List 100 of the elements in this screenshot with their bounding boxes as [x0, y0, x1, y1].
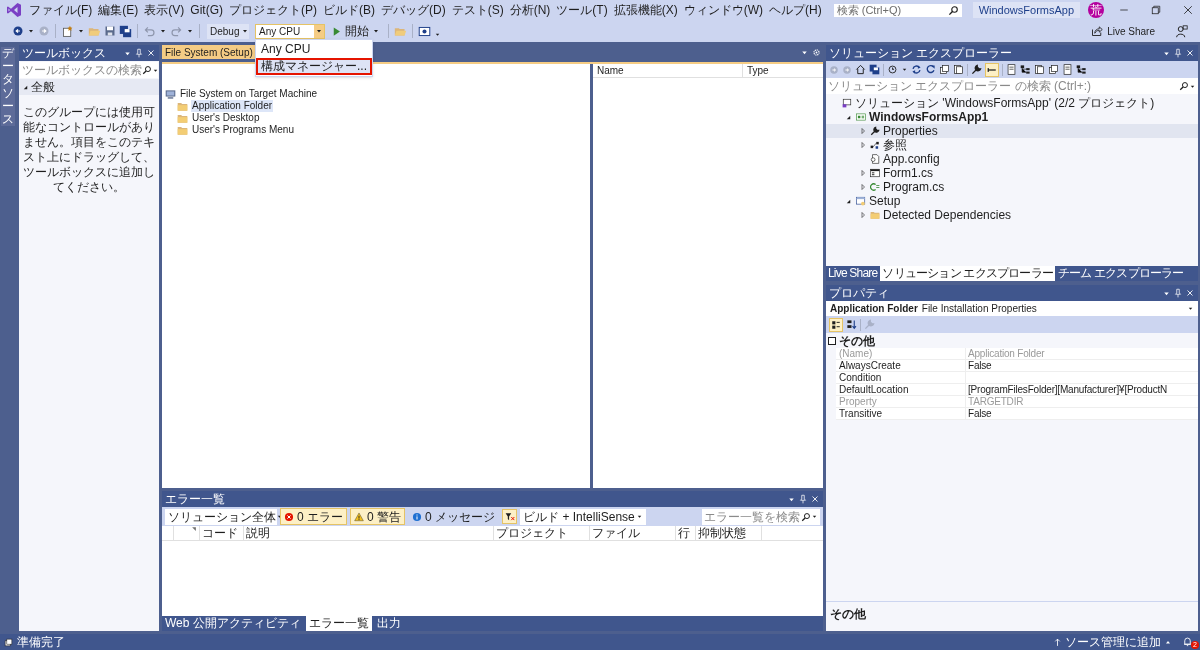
tree-row[interactable]: Properties — [826, 124, 1198, 138]
stack-icon[interactable] — [1048, 64, 1059, 75]
menu-item[interactable]: ツール(T) — [553, 1, 611, 19]
preview-toggle[interactable] — [985, 62, 999, 77]
property-name[interactable]: Transitive — [836, 408, 966, 419]
column-header[interactable]: Type — [743, 64, 823, 77]
tree-item[interactable]: User's Desktop — [191, 112, 261, 124]
start-button[interactable]: 開始 — [328, 23, 383, 39]
search-field[interactable]: エラー一覧を検索 — [702, 508, 820, 525]
menu-item[interactable]: Git(G) — [187, 1, 226, 19]
tree-row[interactable]: Program.cs — [826, 180, 1198, 194]
caret-icon[interactable] — [159, 27, 167, 35]
categorized-toggle[interactable] — [829, 317, 843, 332]
back-icon[interactable] — [12, 25, 24, 37]
restore-icon[interactable] — [1150, 4, 1162, 16]
screenshot-icon[interactable] — [418, 24, 431, 38]
menu-item[interactable]: デバッグ(D) — [378, 1, 449, 19]
switch-views-icon[interactable] — [869, 64, 880, 75]
tree-row[interactable]: Detected Dependencies — [826, 208, 1198, 222]
property-name[interactable]: DefaultLocation — [836, 384, 966, 395]
tree-row[interactable]: 参照 — [826, 138, 1198, 152]
search-field[interactable]: 検索 (Ctrl+Q) — [832, 2, 963, 18]
menu-item[interactable]: テスト(S) — [448, 1, 507, 19]
side-tab[interactable]: データソース — [1, 47, 15, 127]
filter-button[interactable]: 0 メッセージ — [408, 508, 500, 525]
tree-item[interactable]: File System on Target Machine — [179, 88, 319, 100]
history-icon[interactable] — [887, 64, 898, 75]
property-value[interactable]: False — [966, 360, 1198, 371]
collapse-box-icon[interactable] — [828, 336, 836, 345]
menu-item[interactable]: ファイル(F) — [26, 1, 96, 19]
caret-icon[interactable] — [77, 27, 85, 35]
panel-tab[interactable]: チーム エクスプローラー — [1055, 266, 1186, 281]
caret-icon[interactable] — [186, 27, 194, 35]
property-name[interactable]: AlwaysCreate — [836, 360, 966, 371]
user-avatar[interactable]: 荒 — [1088, 2, 1104, 18]
category-label[interactable]: その他 — [839, 331, 875, 350]
live-share-button[interactable]: Live Share — [1088, 23, 1158, 39]
filter-toggle[interactable] — [502, 509, 518, 524]
menu-item[interactable]: プロジェクト(P) — [226, 1, 320, 19]
filter-button[interactable]: 0 エラー — [280, 508, 347, 525]
scope-dropdown[interactable]: ソリューション全体 — [165, 508, 277, 525]
column-header[interactable]: コード — [200, 526, 244, 540]
tree-row[interactable]: App.config — [826, 152, 1198, 166]
feedback-icon[interactable] — [1175, 24, 1188, 38]
folder-icon — [177, 100, 188, 112]
save-all-icon[interactable] — [119, 24, 132, 38]
object-selector[interactable]: Application Folder File Installation Properties — [826, 301, 1198, 316]
column-header[interactable]: 説明 — [244, 526, 494, 540]
new-project-icon[interactable] — [61, 24, 74, 38]
menu-item[interactable]: ウィンドウ(W) — [680, 1, 766, 19]
notification-icon[interactable] — [1182, 636, 1193, 647]
show-all-files-icon[interactable] — [953, 64, 964, 75]
menu-item[interactable]: 拡張機能(X) — [610, 1, 681, 19]
sync-icon[interactable] — [911, 64, 922, 75]
refresh-icon[interactable] — [925, 64, 936, 75]
column-header[interactable]: 抑制状態 — [696, 526, 762, 540]
caret-icon[interactable] — [27, 27, 35, 35]
menu-item[interactable]: 分析(N) — [506, 1, 554, 19]
search-field[interactable]: ソリューション エクスプローラー の検索 (Ctrl+:) — [826, 78, 1198, 94]
panel-tab[interactable]: 出力 — [373, 616, 404, 631]
settings-icon[interactable] — [812, 47, 821, 57]
tree-row[interactable]: Setup — [826, 194, 1198, 208]
column-header[interactable]: プロジェクト — [494, 526, 590, 540]
menu-item[interactable]: ヘルプ(H) — [766, 1, 825, 19]
menu-item[interactable]: 表示(V) — [141, 1, 188, 19]
column-header[interactable]: Name — [593, 64, 743, 77]
property-value[interactable]: False — [966, 408, 1198, 419]
menu-item[interactable]: ビルド(B) — [320, 1, 378, 19]
panel-tab[interactable]: Web 公開アクティビティ — [162, 616, 304, 631]
tree-item[interactable]: Application Folder — [191, 100, 274, 112]
caret-icon[interactable] — [901, 66, 908, 73]
panel-tab[interactable]: エラー一覧 — [305, 616, 372, 631]
tree-icon[interactable] — [1076, 64, 1087, 75]
tree-item[interactable]: User's Programs Menu — [191, 124, 295, 136]
panel-tab[interactable]: ソリューション エクスプローラー — [880, 266, 1055, 281]
configuration-dropdown[interactable]: Debug — [207, 23, 249, 39]
menu-item[interactable]: 編集(E) — [95, 1, 142, 19]
home-icon[interactable] — [855, 64, 866, 75]
group-header[interactable]: 全般 — [19, 79, 159, 95]
source-control-button[interactable]: ソース管理に追加 — [1053, 635, 1172, 649]
source-dropdown[interactable]: ビルド + IntelliSense — [520, 508, 647, 525]
tree-row[interactable]: WindowsFormsApp1 — [826, 110, 1198, 124]
save-icon[interactable] — [104, 25, 116, 37]
property-value[interactable]: [ProgramFilesFolder][Manufacturer]¥[ProductN — [966, 384, 1198, 395]
sort-alphabetical-icon[interactable] — [846, 319, 857, 330]
panel-tab[interactable]: Live Share — [826, 266, 880, 281]
tree-row[interactable]: Form1.cs — [826, 166, 1198, 180]
properties-icon[interactable] — [971, 64, 982, 75]
document-icon[interactable] — [1006, 64, 1017, 75]
menu-item[interactable]: 構成マネージャー... — [256, 57, 372, 75]
filter-button[interactable]: 0 警告 — [350, 508, 406, 525]
column-header[interactable]: 行 — [676, 526, 696, 540]
collapse-all-icon[interactable] — [939, 64, 950, 75]
document-icon[interactable] — [1062, 64, 1073, 75]
tree-row[interactable]: ソリューション 'WindowsFormsApp' (2/2 プロジェクト) — [826, 96, 1198, 110]
tree-icon[interactable] — [1020, 64, 1031, 75]
platform-dropdown[interactable]: Any CPU — [255, 23, 325, 39]
files-icon[interactable] — [1034, 64, 1045, 75]
search-field[interactable]: ツールボックスの検索 — [20, 62, 158, 78]
column-header[interactable]: ファイル — [590, 526, 676, 540]
